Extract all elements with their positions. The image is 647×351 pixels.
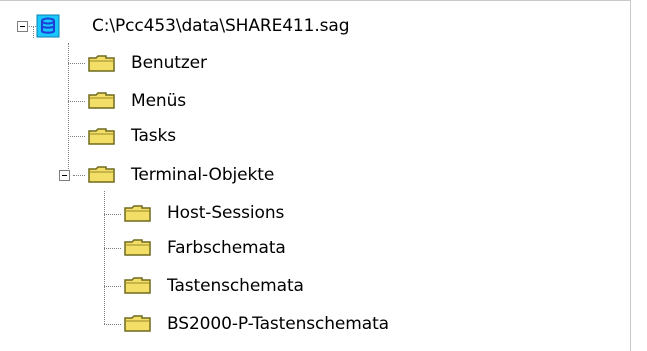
tree-connector xyxy=(104,324,121,325)
tree-connector xyxy=(73,175,85,176)
tree-node-benutzer-label[interactable]: Benutzer xyxy=(131,53,207,73)
tree-connector xyxy=(68,63,85,64)
folder-icon-graphic xyxy=(124,277,151,294)
folder-icon xyxy=(124,203,152,223)
database-file-icon-graphic xyxy=(36,14,60,38)
folder-icon-graphic xyxy=(124,315,151,332)
tree-connector xyxy=(68,101,85,102)
database-file-icon xyxy=(36,14,60,38)
folder-icon xyxy=(88,126,116,146)
tree-view[interactable]: C:\Pcc453\data\SHARE411.sag Benutzer Men… xyxy=(0,0,647,351)
folder-icon xyxy=(88,90,116,110)
minus-icon xyxy=(62,175,67,176)
panel-border-top xyxy=(0,0,630,1)
tree-connector xyxy=(104,191,105,324)
folder-icon-graphic xyxy=(124,239,151,256)
collapse-toggle-terminal-objekte[interactable] xyxy=(59,170,70,181)
panel-border-right xyxy=(630,0,631,351)
tree-node-farbschemata-label[interactable]: Farbschemata xyxy=(167,238,286,258)
tree-node-tasks-label[interactable]: Tasks xyxy=(131,126,176,146)
tree-connector xyxy=(104,214,121,215)
tree-node-terminal-objekte-label[interactable]: Terminal-Objekte xyxy=(131,165,274,185)
folder-icon xyxy=(124,237,152,257)
tree-node-host-sessions-label[interactable]: Host-Sessions xyxy=(167,203,284,223)
folder-icon-graphic xyxy=(88,92,115,109)
folder-icon-graphic xyxy=(88,166,115,183)
tree-node-tastenschemata-label[interactable]: Tastenschemata xyxy=(167,276,304,296)
folder-icon xyxy=(124,275,152,295)
folder-icon xyxy=(124,313,152,333)
minus-icon xyxy=(20,26,25,27)
folder-icon-graphic xyxy=(88,128,115,145)
tree-node-menues-label[interactable]: Menüs xyxy=(131,91,186,111)
tree-node-bs2000-p-tastenschemata-label[interactable]: BS2000-P-Tastenschemata xyxy=(167,314,389,334)
folder-icon-graphic xyxy=(88,55,115,72)
folder-icon-graphic xyxy=(124,205,151,222)
tree-node-root-label[interactable]: C:\Pcc453\data\SHARE411.sag xyxy=(92,16,350,36)
folder-icon xyxy=(88,53,116,73)
folder-icon xyxy=(88,164,116,184)
tree-connector xyxy=(104,248,121,249)
tree-connector xyxy=(27,26,36,27)
tree-connector xyxy=(33,27,34,38)
tree-connector xyxy=(104,286,121,287)
collapse-toggle-root[interactable] xyxy=(17,21,28,32)
tree-connector xyxy=(68,136,85,137)
